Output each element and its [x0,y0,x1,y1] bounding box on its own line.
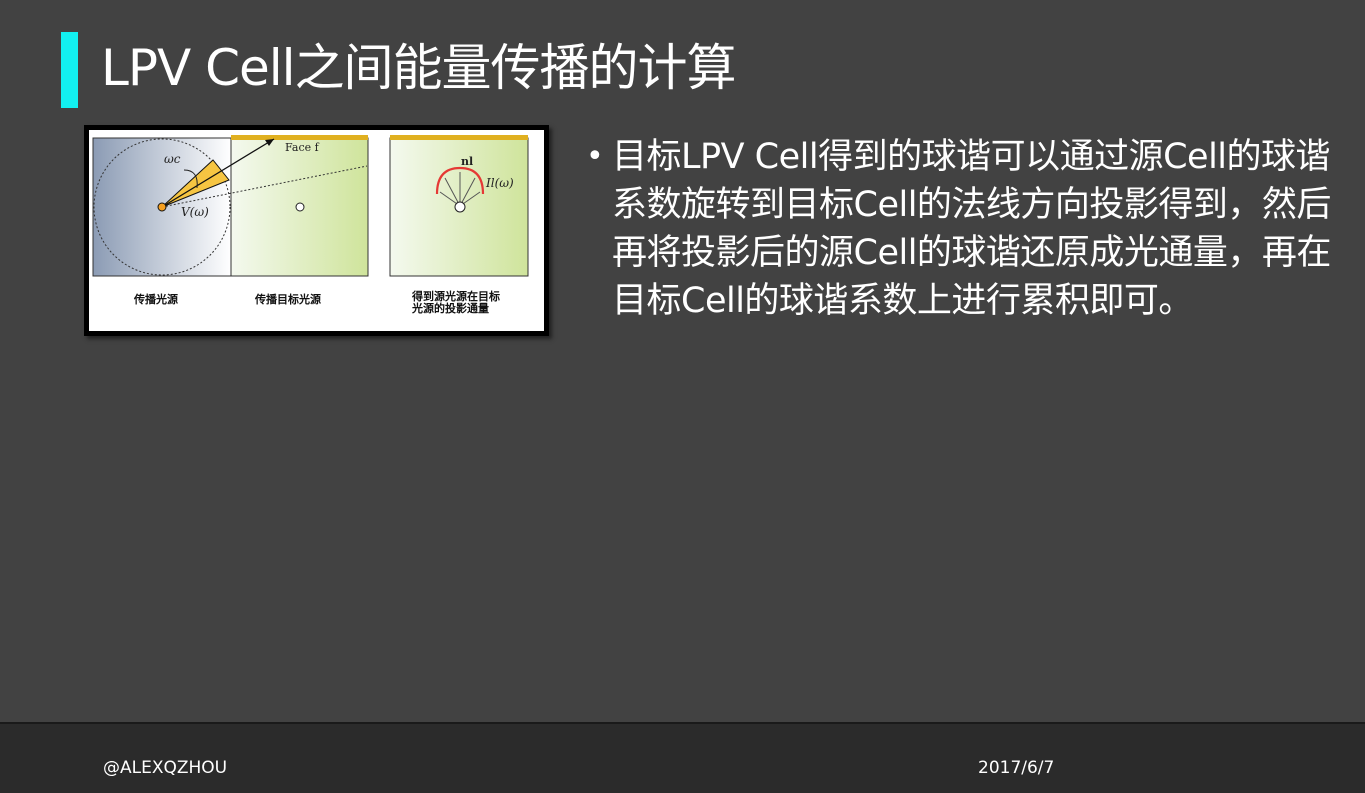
bullet-item: • 目标LPV Cell得到的球谐可以通过源Cell的球谐系数旋转到目标Cell… [582,133,1332,325]
omega-c-label: ωc [164,152,181,166]
footer-date: 2017/6/7 [978,758,1055,778]
caption-source: 传播光源 [133,292,178,306]
figure-canvas: ωc Face f V(ω) nl Il(ω) 传播光源 传播目标光源 得到源光… [89,130,544,331]
bullet-marker: • [586,139,604,174]
caption-target: 传播目标光源 [254,292,321,306]
intensity-label: Il(ω) [485,176,514,190]
bullet-list: • 目标LPV Cell得到的球谐可以通过源Cell的球谐系数旋转到目标Cell… [582,133,1332,325]
source-point [157,202,167,212]
face-bar [231,135,368,140]
figure-svg: ωc Face f V(ω) nl Il(ω) 传播光源 传播目标光源 得到源光… [92,135,529,315]
title-accent-bar [61,32,78,108]
v-omega-label: V(ω) [181,205,209,219]
footer-author: @ALEXQZHOU [103,758,228,778]
face-f-label: Face f [285,141,320,154]
lobe-origin [454,201,466,213]
caption-projection-2: 光源的投影通量 [411,301,489,315]
slide-title: LPV Cell之间能量传播的计算 [101,39,737,97]
bullet-text: 目标LPV Cell得到的球谐可以通过源Cell的球谐系数旋转到目标Cell的法… [612,137,1331,321]
caption-projection-1: 得到源光源在目标 [411,289,500,303]
illustration-figure: ωc Face f V(ω) nl Il(ω) 传播光源 传播目标光源 得到源光… [84,125,549,336]
footer: @ALEXQZHOU 2017/6/7 [0,722,1365,793]
normal-label: nl [461,155,473,168]
target-point [295,202,305,212]
slide: LPV Cell之间能量传播的计算 ωc Face f V(ω) nl Il(ω… [0,0,1365,722]
